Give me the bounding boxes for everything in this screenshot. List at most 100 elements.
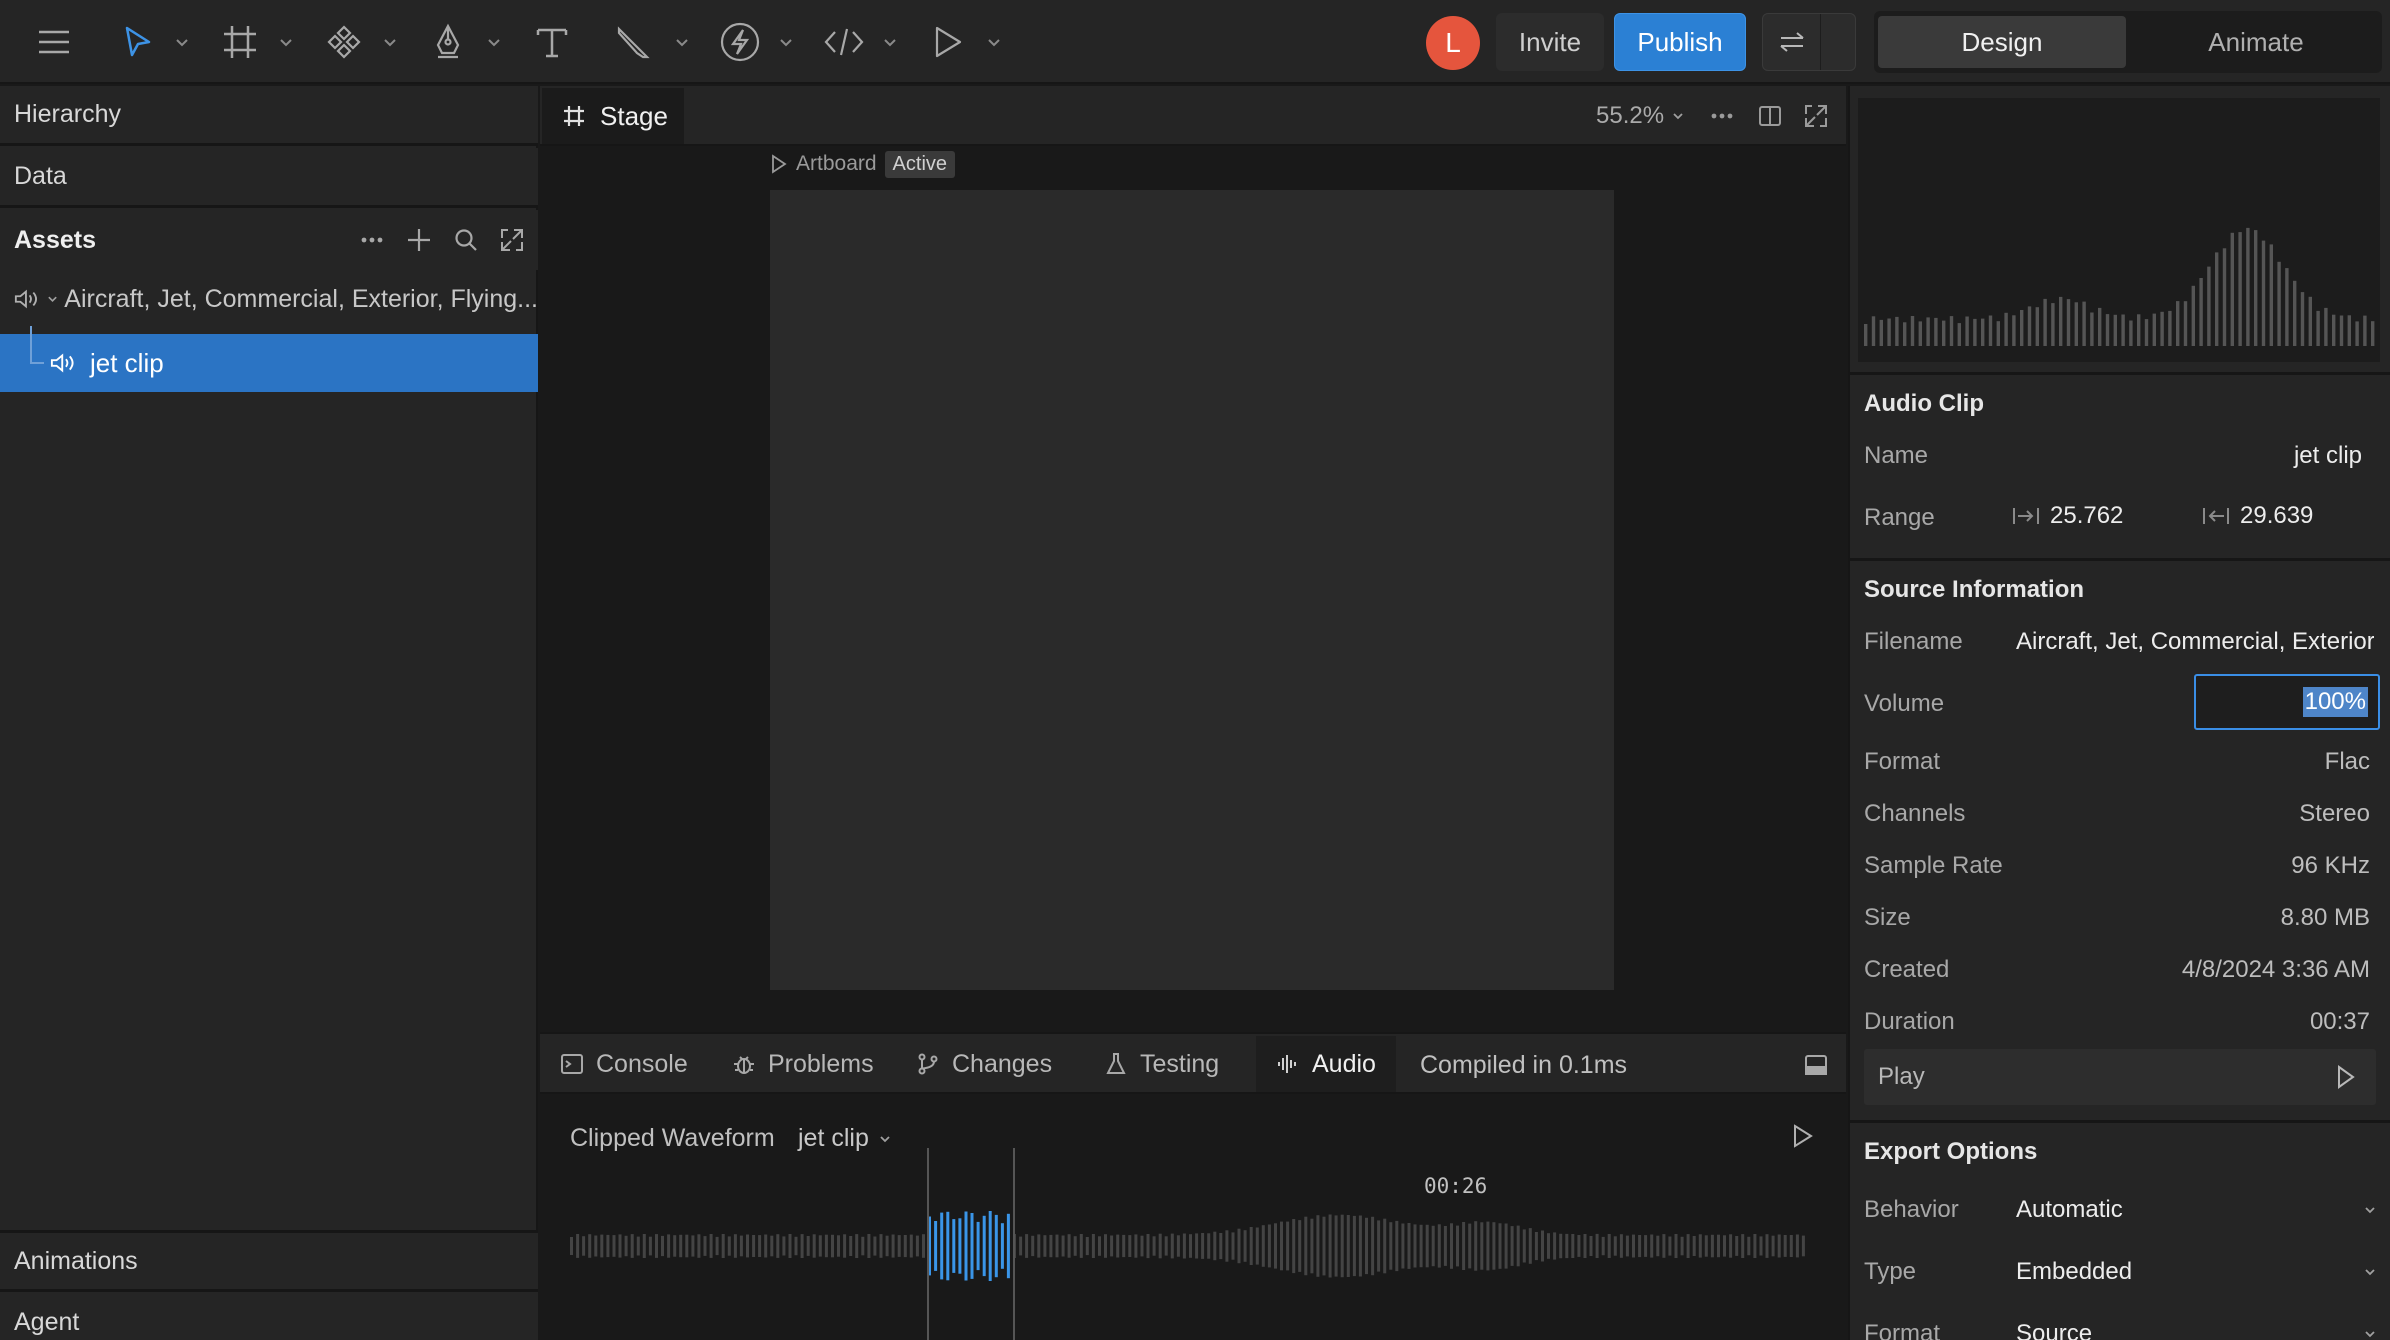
agent-header[interactable]: Agent [0, 1292, 538, 1340]
more-icon[interactable] [1710, 86, 1734, 146]
spectrum-bar [2191, 285, 2195, 346]
compile-status: Compiled in 0.1ms [1420, 1050, 1628, 1079]
assets-header[interactable]: Assets [0, 210, 538, 270]
asset-folder[interactable]: Aircraft, Jet, Commercial, Exterior, Fly… [0, 270, 538, 328]
spectrum-bar [2027, 306, 2032, 346]
search-icon[interactable] [454, 228, 478, 252]
waveform-bar [673, 1235, 677, 1257]
waveform-bar [1516, 1225, 1520, 1267]
waveform-bar [897, 1235, 901, 1257]
waveform-bar [1522, 1229, 1526, 1263]
tab-changes[interactable]: Changes [896, 1036, 1080, 1092]
chevron-down-icon[interactable] [486, 34, 502, 50]
waveform-bar [624, 1235, 628, 1257]
publish-button[interactable]: Publish [1614, 13, 1746, 71]
waveform-bar [1207, 1233, 1211, 1259]
left-panel: Hierarchy Data Assets Aircraft, Jet, Com… [0, 86, 538, 1340]
artboard-canvas[interactable] [770, 190, 1614, 990]
type-select[interactable]: Embedded [2016, 1258, 2376, 1286]
divider [1850, 558, 2390, 561]
waveform-bar [1759, 1236, 1763, 1256]
chevron-down-icon[interactable] [47, 293, 58, 305]
spectrum-bar [2238, 232, 2242, 346]
fullscreen-icon[interactable] [1804, 86, 1828, 146]
spectrum-bar [2207, 266, 2211, 346]
tab-problems[interactable]: Problems [712, 1036, 892, 1092]
waveform-clip-select[interactable]: jet clip [798, 1124, 891, 1153]
text-icon[interactable] [532, 10, 572, 74]
tab-stage[interactable]: Stage [542, 88, 684, 144]
panel-toggle-icon[interactable] [1804, 1034, 1828, 1096]
waveform-bar [1316, 1215, 1320, 1277]
asset-item-jet-clip[interactable]: jet clip [0, 326, 538, 392]
expand-icon[interactable] [500, 228, 524, 252]
code-icon[interactable] [822, 10, 866, 74]
chevron-down-icon[interactable] [778, 34, 794, 50]
frame-icon[interactable] [220, 10, 260, 74]
tab-audio[interactable]: Audio [1256, 1036, 1396, 1092]
avatar[interactable]: L [1426, 16, 1480, 70]
tab-testing[interactable]: Testing [1084, 1036, 1248, 1092]
range-start-field[interactable]: 25.762 [2012, 502, 2123, 530]
split-view-icon[interactable] [1758, 86, 1782, 146]
chevron-down-icon[interactable] [382, 34, 398, 50]
waveform-bar [1322, 1216, 1326, 1276]
more-icon[interactable] [360, 236, 384, 244]
invite-button[interactable]: Invite [1496, 13, 1604, 71]
waveform-bar [1152, 1236, 1156, 1256]
play-icon[interactable] [770, 154, 788, 174]
play-button[interactable]: Play [1864, 1049, 2376, 1105]
menu-icon[interactable] [30, 10, 78, 74]
chevron-down-icon[interactable] [674, 34, 690, 50]
chevron-down-icon[interactable] [882, 34, 898, 50]
tab-console[interactable]: Console [540, 1036, 708, 1092]
waveform-bar [800, 1234, 804, 1258]
animations-header[interactable]: Animations [0, 1230, 538, 1292]
swap-button[interactable] [1762, 13, 1856, 71]
properties-panel: Audio Clip Name jet clip Range 25.762 29… [1848, 86, 2390, 1340]
component-icon[interactable] [324, 10, 364, 74]
play-icon[interactable] [1792, 1124, 1814, 1148]
brush-icon[interactable] [614, 10, 654, 74]
waveform-bar [1091, 1234, 1095, 1258]
waveform-bar [570, 1237, 573, 1255]
artboard-label[interactable]: Artboard Active [770, 148, 956, 180]
pen-icon[interactable] [428, 10, 468, 74]
waveform-bar [1164, 1236, 1168, 1256]
behavior-select[interactable]: Automatic [2016, 1196, 2376, 1224]
chevron-down-icon[interactable] [174, 34, 190, 50]
chevron-down-icon [880, 1135, 890, 1142]
zoom-select[interactable]: 55.2% [1596, 86, 1684, 146]
waveform-bar [915, 1235, 919, 1257]
swap-arrows-icon[interactable] [1763, 14, 1821, 70]
range-end-field[interactable]: 29.639 [2202, 502, 2313, 530]
spectrum-bar [2246, 227, 2250, 346]
spectrum-bar [1981, 318, 1985, 346]
waveform-bar [691, 1235, 695, 1257]
waveform-bar [1134, 1234, 1138, 1258]
volume-input[interactable]: 100% [2194, 674, 2380, 730]
chevron-down-icon [2365, 1269, 2375, 1276]
play-icon[interactable] [928, 10, 968, 74]
name-field[interactable]: jet clip [2294, 442, 2362, 470]
chevron-down-icon[interactable] [278, 34, 294, 50]
lightning-icon[interactable] [718, 10, 762, 74]
waveform-bar [940, 1212, 944, 1280]
waveform-bar [824, 1234, 828, 1258]
waveform-bar [1249, 1227, 1253, 1265]
waveform-bar [1110, 1235, 1114, 1257]
hierarchy-header[interactable]: Hierarchy [0, 86, 538, 146]
select-pointer-icon[interactable] [118, 10, 158, 74]
spectrum-bar [2105, 314, 2110, 346]
waveform-bar [588, 1234, 592, 1258]
spectrum-bar [2300, 292, 2305, 346]
chevron-down-icon[interactable] [986, 34, 1002, 50]
data-header[interactable]: Data [0, 148, 538, 208]
waveform-bar [1753, 1234, 1757, 1258]
tab-animate[interactable]: Animate [2134, 16, 2378, 68]
waveform-bar [1098, 1236, 1101, 1256]
waveform-bar [1328, 1214, 1332, 1278]
tab-design[interactable]: Design [1878, 16, 2126, 68]
add-icon[interactable] [406, 227, 432, 253]
export-format-select[interactable]: Source [2016, 1320, 2376, 1340]
